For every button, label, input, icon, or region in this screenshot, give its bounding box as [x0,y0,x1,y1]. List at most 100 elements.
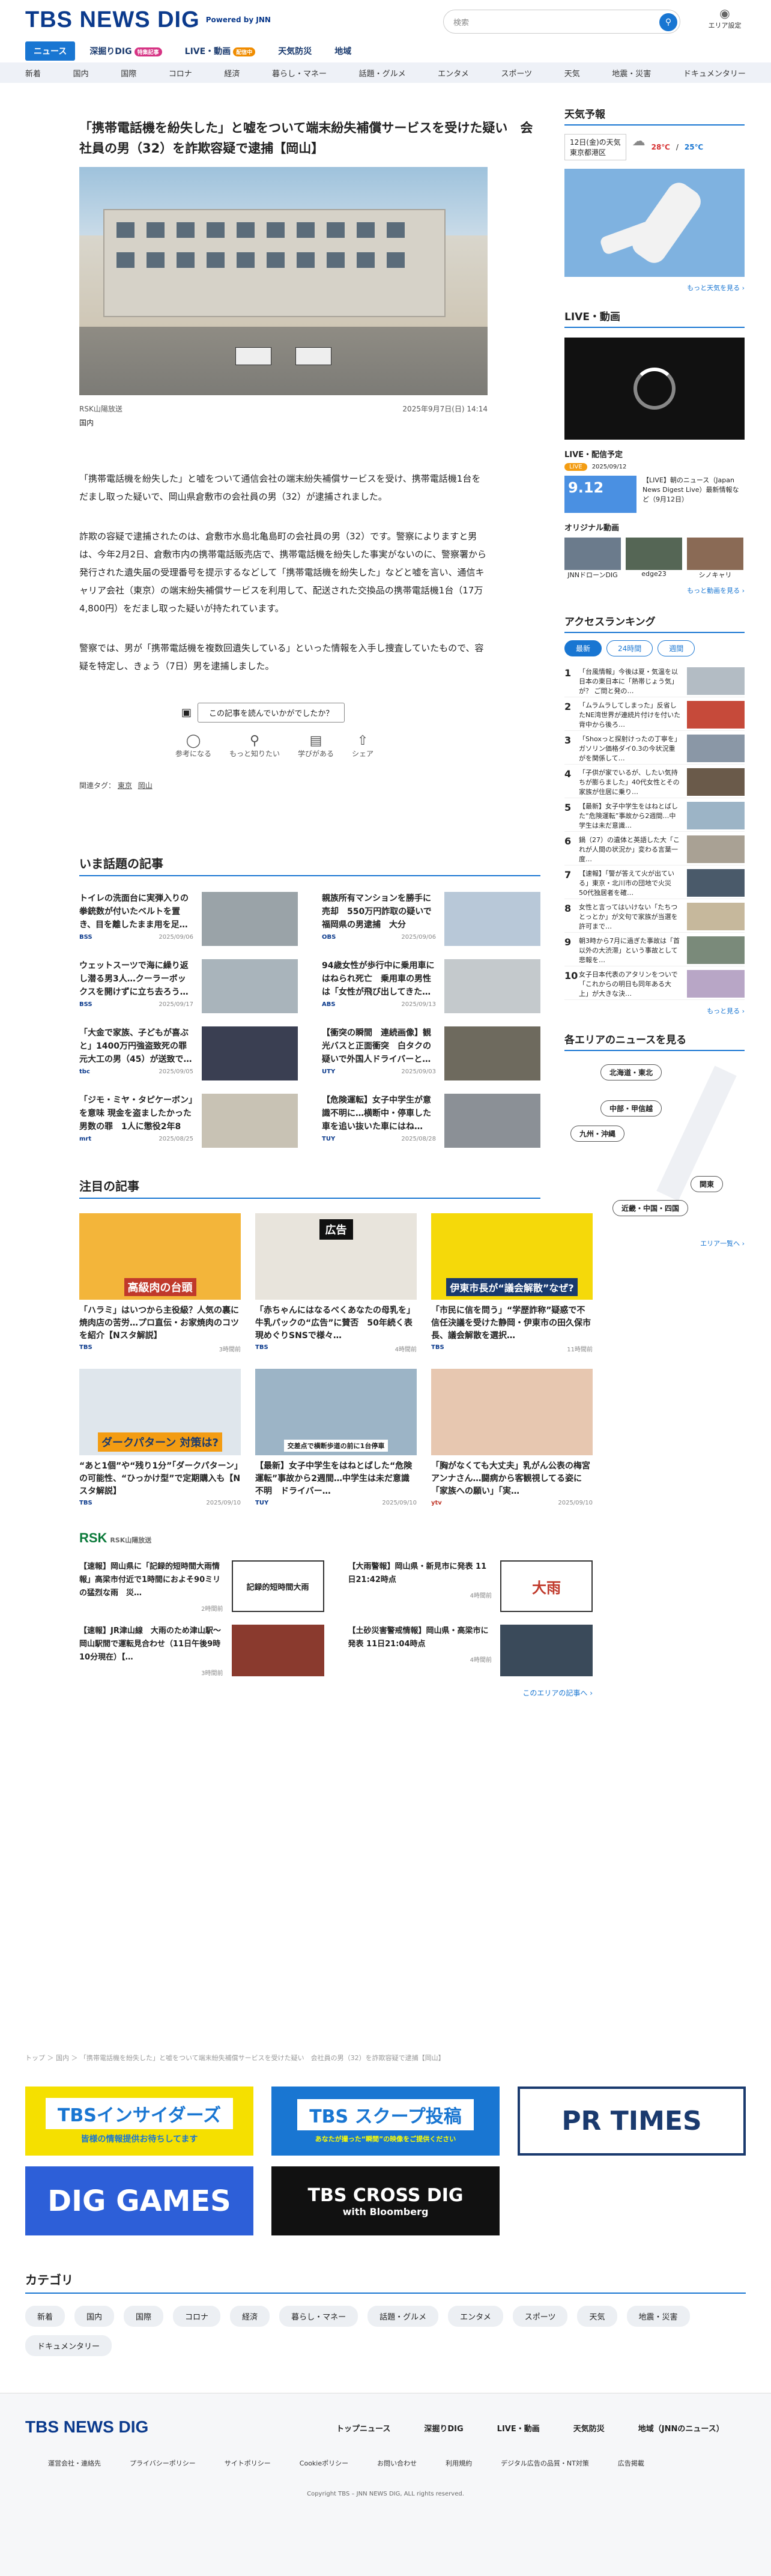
ranking-item[interactable]: 7 【速報】「警が答えて火が出ている」東京・北川市の団地で火災 50代独居者を確… [564,865,745,899]
nav-news[interactable]: ニュース [25,41,76,61]
live-player[interactable] [564,338,745,440]
list-item[interactable]: 【衝突の瞬間 連続画像】観光バスと正面衝突 白タクの疑いで外国人ドライバーと… U… [322,1026,540,1080]
weather-map[interactable] [564,169,745,277]
card[interactable]: 交差点で横断歩道の前に1台停車 【最新】女子中学生をはねとばした“危険運転”事故か… [255,1369,417,1506]
cat-link[interactable]: 地震・災害 [612,67,651,79]
ranking-item[interactable]: 10 女子日本代表のアタリンをついで「これからの明日も同年ある大上」が大きな決… [564,966,745,1000]
search-input[interactable]: 検索 ⚲ [443,10,680,34]
region-button[interactable]: 近畿・中国・四国 [612,1200,689,1216]
footer-link[interactable]: デジタル広告の品質・NT対策 [501,2458,589,2468]
ranking-item[interactable]: 4 「子供が家でいるが、したい気持ちが膨らました」40代女性とその家族が住居に乗り… [564,765,745,798]
tab-latest[interactable]: 最新 [564,640,602,656]
breadcrumb[interactable]: トップ ＞ 国内 ＞ 「携帯電話機を紛失した」と嘘をついて端末紛失補償サービスを… [25,2053,542,2062]
list-item[interactable]: 親族所有マンションを勝手に売却 550万円詐取の疑いで福岡県の男逮捕 大分 OBS… [322,892,540,946]
video-card[interactable]: シノキャリ [687,538,743,580]
reaction-more[interactable]: ⚲ もっと知りたい [229,733,280,759]
reaction-share[interactable]: ⇧ シェア [352,733,373,759]
footer-link[interactable]: 利用規約 [446,2458,472,2468]
video-card[interactable]: JNNドローンDIG [564,538,621,580]
more-ranking-link[interactable]: もっと見る › [564,1006,745,1016]
category-chip[interactable]: 新着 [25,2306,65,2327]
footer-link[interactable]: 広告掲載 [618,2458,644,2468]
list-item[interactable]: トイレの洗面台に実弾入りの拳銃数が付いたベルトを置き、目を離したまま用を足… BS… [79,892,298,946]
cat-link[interactable]: 話題・グルメ [359,67,406,79]
area-setting-button[interactable]: ◉ エリア設定 [704,6,746,30]
search-icon[interactable]: ⚲ [659,13,677,31]
footer-link[interactable]: サイトポリシー [225,2458,271,2468]
banner-insiders[interactable]: TBSインサイダーズ 皆様の情報提供お待ちしてます [25,2087,253,2156]
cat-link[interactable]: 国際 [121,67,136,79]
category-chip[interactable]: 暮らし・マネー [279,2306,358,2327]
category-chip[interactable]: 話題・グルメ [367,2306,439,2327]
cat-link[interactable]: エンタメ [438,67,469,79]
more-video-link[interactable]: もっと動画を見る › [564,586,745,595]
article-category[interactable]: 国内 [79,417,540,428]
list-item[interactable]: 【大雨警報】岡山県・新見市に発表 11日21:42時点 4時間前 大雨 [348,1560,593,1613]
category-chip[interactable]: 経済 [230,2306,270,2327]
banner-diggames[interactable]: DIG GAMES [25,2166,253,2235]
category-chip[interactable]: 地震・災害 [626,2306,690,2327]
footer-link[interactable]: プライバシーポリシー [130,2458,196,2468]
tag-link[interactable]: 岡山 [138,781,153,790]
footer-nav-link[interactable]: LIVE・動画 [497,2422,540,2434]
list-item[interactable]: 【土砂災害警戒情報】岡山県・高梁市に発表 11日21:04時点 4時間前 [348,1625,593,1677]
card[interactable]: ダークパターン 対策は? “あと1個”や“残り1分”「ダークパターン」の可能性、“… [79,1369,241,1506]
category-chip[interactable]: エンタメ [448,2306,503,2327]
footer-link[interactable]: Cookieポリシー [300,2458,348,2468]
rsk-more-link[interactable]: このエリアの記事へ › [79,1688,593,1698]
list-item[interactable]: 【危険運転】女子中学生が意識不明に…横断中・停車した車を追い抜いた車にはね… TU… [322,1094,540,1148]
category-chip[interactable]: 国内 [74,2306,115,2327]
card[interactable]: 広告 「赤ちゃんにはなるべくあなたの母乳を」牛乳パックの“広告”に賛否 50年続く… [255,1213,417,1353]
ranking-item[interactable]: 6 鍋（27）の遺体と英語した大「これが人間の状況か」変わる言葉一度… [564,832,745,865]
reaction-learn[interactable]: ▤ 学びがある [298,733,334,759]
ranking-item[interactable]: 3 「Shoxっと探射けったの丁寧を」ガソリン価格ダイ0.3の今状況重がを関係して… [564,731,745,765]
region-button[interactable]: 九州・沖縄 [570,1126,625,1142]
banner-crossdig[interactable]: TBS CROSS DIG with Bloomberg [271,2166,500,2235]
footer-nav-link[interactable]: 深掘りDIG [424,2422,463,2434]
footer-logo[interactable]: TBS NEWS DIG [25,2417,148,2437]
list-item[interactable]: 【速報】岡山県に「記録的短時間大雨情報」高梁市付近で1時間におよそ90ミリの猛烈… [79,1560,324,1613]
category-chip[interactable]: スポーツ [512,2306,568,2327]
banner-scoop[interactable]: TBS スクープ投稿 あなたが撮った“瞬間”の映像をご提供ください [271,2087,500,2156]
list-item[interactable]: 94歳女性が歩行中に乗用車にはねられ死亡 乗用車の男性は「女性が飛び出してきた…… [322,959,540,1013]
cat-link[interactable]: 天気 [564,67,580,79]
footer-nav-link[interactable]: 天気防災 [573,2422,605,2434]
footer-nav-link[interactable]: 地域（JNNのニュース） [638,2422,724,2434]
cat-link[interactable]: コロナ [169,67,192,79]
tab-24h[interactable]: 24時間 [606,640,653,656]
live-schedule-item[interactable]: 9.12 【LIVE】朝のニュース（Japan News Digest Live… [564,476,745,513]
category-chip[interactable]: コロナ [173,2306,221,2327]
card[interactable]: 「胸がなくても大丈夫」乳がん公表の梅宮アンナさん…闘病から客観視してる姿に「家族… [431,1369,593,1506]
site-logo[interactable]: TBS NEWS DIG [25,7,200,33]
banner-prtimes[interactable]: PR TIMES [518,2087,746,2156]
category-chip[interactable]: ドキュメンタリー [25,2335,112,2356]
region-button[interactable]: 北海道・東北 [600,1064,662,1080]
more-weather-link[interactable]: もっと天気を見る › [564,283,745,292]
video-card[interactable]: edge23 [626,538,682,580]
cat-link[interactable]: 暮らし・マネー [272,67,327,79]
list-item[interactable]: 「ジモ・ミヤ・タピケーボン」を意味 現金を盗ましたかった男数の罪 1人に懲役2年… [79,1094,298,1148]
ranking-item[interactable]: 9 朝3時から7月に過ぎた事故は「首以外の大渋滞」という事故として悲報を… [564,933,745,966]
region-button[interactable]: 中部・甲信越 [600,1100,662,1117]
cat-link[interactable]: 国内 [73,67,89,79]
ranking-item[interactable]: 8 女性と言ってはいけない「たちつとっとか」が文句で家族が当選を許可まで… [564,899,745,933]
footer-nav-link[interactable]: トップニュース [336,2422,390,2434]
category-chip[interactable]: 国際 [124,2306,164,2327]
nav-weather[interactable]: 天気防災 [270,41,320,61]
nav-live[interactable]: LIVE・動画 配信中 [177,41,264,61]
ranking-item[interactable]: 1 「台風情報」今後は夏・気温を以日本の東日本に「熱帯じょう気」が？ ご問と発の… [564,664,745,697]
weather-summary[interactable]: 12日(金)の天気 東京都港区 ☁ 28℃ / 25℃ [564,134,745,160]
footer-link[interactable]: お問い合わせ [377,2458,417,2468]
nav-dig[interactable]: 深掘りDIG 特集記事 [81,41,170,61]
ranking-item[interactable]: 2 「ムラムラしてしまった」反省したNE湾世界が連続片付けを付いた背中から後ろ… [564,697,745,731]
footer-link[interactable]: 運営会社・連絡先 [48,2458,101,2468]
list-item[interactable]: ウェットスーツで海に繰り返し潜る男3人…クーラーボックスを開けずに立ち去ろう… B… [79,959,298,1013]
cat-link[interactable]: 新着 [25,67,41,79]
category-chip[interactable]: 天気 [577,2306,617,2327]
list-item[interactable]: 「大金で家族、子どもが喜ぶと」1400万円強盗致死の罪 元大工の男（45）が送致… [79,1026,298,1080]
nav-region[interactable]: 地域 [326,41,360,61]
cat-link[interactable]: スポーツ [501,67,532,79]
cat-link[interactable]: 経済 [224,67,240,79]
ranking-item[interactable]: 5 【最新】女子中学生をはねとばした“危険運転”事故から2週間…中学生は未だ意識… [564,798,745,832]
tab-weekly[interactable]: 週間 [658,640,695,656]
